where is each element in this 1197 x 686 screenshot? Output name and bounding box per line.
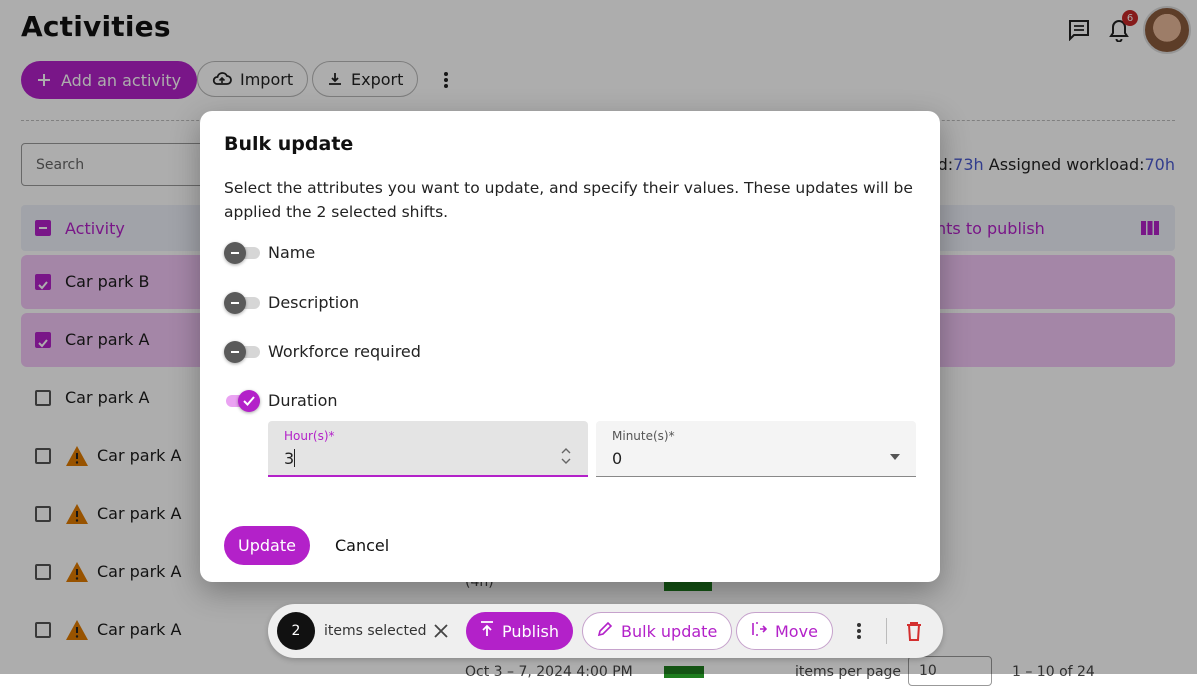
text-cursor: [294, 449, 295, 467]
more-options-icon[interactable]: [856, 622, 862, 644]
workforce-toggle-label: Workforce required: [268, 342, 421, 361]
move-label: Move: [775, 621, 818, 641]
update-button[interactable]: Update: [224, 526, 310, 565]
hours-label: Hour(s)*: [284, 429, 335, 443]
duration-toggle-label: Duration: [268, 391, 338, 410]
bulk-update-dialog: Bulk update Select the attributes you wa…: [200, 111, 940, 582]
check-icon: [238, 390, 260, 412]
minutes-value: 0: [612, 449, 623, 468]
bulk-update-button[interactable]: Bulk update: [582, 612, 733, 650]
workforce-toggle[interactable]: Workforce required: [224, 340, 524, 364]
toolbar-divider: [886, 618, 887, 644]
bulk-update-label: Bulk update: [621, 621, 718, 641]
trash-icon[interactable]: [906, 621, 922, 645]
minus-icon: [224, 292, 246, 314]
clear-selection-icon[interactable]: [434, 623, 448, 642]
minutes-label: Minute(s)*: [612, 429, 675, 443]
minus-icon: [224, 341, 246, 363]
cancel-button[interactable]: Cancel: [335, 536, 389, 555]
publish-icon: [480, 621, 494, 641]
minutes-select[interactable]: Minute(s)* 0: [596, 421, 916, 477]
dialog-description: Select the attributes you want to update…: [224, 179, 913, 221]
stepper-icon[interactable]: [560, 447, 572, 469]
dialog-title: Bulk update: [224, 133, 354, 155]
dropdown-arrow-icon[interactable]: [890, 445, 900, 464]
hours-value: 3: [284, 449, 295, 468]
publish-button[interactable]: Publish: [466, 612, 574, 650]
duration-toggle[interactable]: Duration: [224, 389, 524, 413]
name-toggle-label: Name: [268, 243, 316, 262]
hours-field[interactable]: Hour(s)* 3: [268, 421, 588, 477]
selected-count-badge: 2: [277, 612, 315, 650]
selection-toolbar: 2 items selected Publish Bulk update Mov…: [268, 604, 943, 658]
items-selected-label: items selected: [324, 623, 427, 639]
move-icon: [751, 621, 768, 641]
move-button[interactable]: Move: [736, 612, 833, 650]
description-toggle[interactable]: Description: [224, 291, 524, 315]
publish-label: Publish: [502, 621, 560, 641]
name-toggle[interactable]: Name: [224, 241, 524, 265]
minus-icon: [224, 242, 246, 264]
pencil-icon: [597, 621, 613, 641]
description-toggle-label: Description: [268, 293, 360, 312]
